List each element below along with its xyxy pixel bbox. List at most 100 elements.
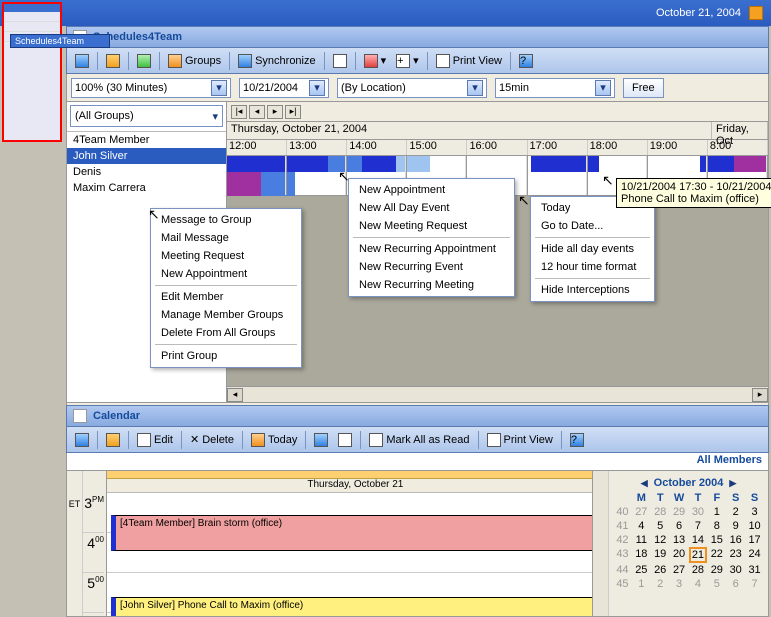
cal-day[interactable]: 19 (651, 547, 670, 563)
cal-day[interactable]: 18 (632, 547, 651, 563)
cal-day[interactable]: 13 (670, 533, 689, 547)
btn-3[interactable] (133, 52, 155, 70)
cal-day[interactable]: 4 (632, 519, 651, 533)
cal-day[interactable]: 7 (689, 519, 708, 533)
cal-day[interactable]: 14 (689, 533, 708, 547)
event-brainstorm[interactable]: [4Team Member] Brain storm (office) (111, 515, 598, 551)
cal-day[interactable]: 8 (707, 519, 726, 533)
cal-btn-1[interactable] (71, 431, 93, 449)
cal-day[interactable]: 30 (689, 505, 708, 519)
cal-day[interactable]: 17 (745, 533, 764, 547)
schedules4team-nav[interactable]: Schedules4Team (10, 34, 110, 48)
v-scrollbar[interactable] (592, 471, 608, 616)
person-item[interactable]: John Silver (67, 148, 226, 164)
calendar-grid[interactable]: Thursday, October 21 [4Team Member] Brai… (107, 471, 608, 616)
mini-calendar[interactable]: ◀October 2004▶ MTWTFSS402728293012341456… (608, 471, 768, 616)
cal-day[interactable]: 22 (707, 547, 726, 563)
cal-day[interactable]: 15 (707, 533, 726, 547)
cal-day[interactable]: 11 (632, 533, 651, 547)
btn-8[interactable]: +▾ (392, 52, 423, 70)
cal-day[interactable]: 27 (670, 563, 689, 577)
cal-day[interactable]: 31 (745, 563, 764, 577)
cal-day[interactable]: 28 (689, 563, 708, 577)
cal-day[interactable]: 6 (726, 577, 745, 591)
cal-day[interactable]: 5 (707, 577, 726, 591)
menu-item[interactable]: Hide all day events (531, 240, 654, 258)
location-select[interactable]: (By Location)▾ (337, 78, 487, 98)
menu-item[interactable]: New Recurring Meeting (349, 276, 514, 294)
date-select[interactable]: 10/21/2004▾ (239, 78, 329, 98)
menu-item[interactable]: Edit Member (151, 288, 301, 306)
nav-first[interactable]: |◂ (231, 105, 247, 119)
cal-btn-7[interactable] (334, 431, 356, 449)
btn-1[interactable] (71, 52, 93, 70)
person-item[interactable]: Maxim Carrera (67, 180, 226, 196)
menu-item[interactable]: New Appointment (151, 265, 301, 283)
edit-button[interactable]: Edit (133, 431, 177, 449)
cal-day[interactable]: 2 (726, 505, 745, 519)
cal-help-button[interactable]: ? (566, 431, 588, 449)
menu-item[interactable]: Manage Member Groups (151, 306, 301, 324)
menu-item[interactable]: Message to Group (151, 211, 301, 229)
cal-day[interactable]: 20 (670, 547, 689, 563)
cal-day[interactable]: 28 (651, 505, 670, 519)
menu-item[interactable]: Print Group (151, 347, 301, 365)
cal-btn-2[interactable] (102, 431, 124, 449)
free-button[interactable]: Free (623, 78, 664, 98)
cal-day[interactable]: 4 (689, 577, 708, 591)
view-context-menu[interactable]: TodayGo to Date...Hide all day events12 … (530, 196, 655, 302)
zoom-select[interactable]: 100% (30 Minutes)▾ (71, 78, 231, 98)
delete-button[interactable]: ✕Delete (186, 431, 238, 448)
menu-item[interactable]: New Recurring Event (349, 258, 514, 276)
cal-day[interactable]: 26 (651, 563, 670, 577)
menu-item[interactable]: 12 hour time format (531, 258, 654, 276)
cal-day[interactable]: 30 (726, 563, 745, 577)
interval-select[interactable]: 15min▾ (495, 78, 615, 98)
next-month[interactable]: ▶ (729, 478, 736, 489)
print-view-button[interactable]: Print View (432, 52, 506, 70)
person-item[interactable]: 4Team Member (67, 132, 226, 148)
cal-day[interactable]: 16 (726, 533, 745, 547)
cal-day[interactable]: 1 (632, 577, 651, 591)
cal-day[interactable]: 29 (670, 505, 689, 519)
appointment-context-menu[interactable]: New AppointmentNew All Day EventNew Meet… (348, 178, 515, 297)
cal-day[interactable]: 23 (726, 547, 745, 563)
nav-last[interactable]: ▸| (285, 105, 301, 119)
cal-day[interactable]: 29 (707, 563, 726, 577)
nav-next[interactable]: ▸ (267, 105, 283, 119)
person-context-menu[interactable]: Message to GroupMail MessageMeeting Requ… (150, 208, 302, 368)
cal-day[interactable]: 27 (632, 505, 651, 519)
menu-item[interactable]: New All Day Event (349, 199, 514, 217)
cal-day[interactable]: 12 (651, 533, 670, 547)
menu-item[interactable]: Mail Message (151, 229, 301, 247)
help-button[interactable]: ? (515, 52, 537, 70)
cal-print-button[interactable]: Print View (483, 431, 557, 449)
menu-item[interactable]: New Appointment (349, 181, 514, 199)
cal-day[interactable]: 2 (651, 577, 670, 591)
sync-button[interactable]: Synchronize (234, 52, 320, 70)
cal-day[interactable]: 3 (670, 577, 689, 591)
cal-day[interactable]: 1 (707, 505, 726, 519)
cal-day[interactable]: 6 (670, 519, 689, 533)
cal-day[interactable]: 24 (745, 547, 764, 563)
menu-item[interactable]: Meeting Request (151, 247, 301, 265)
menu-item[interactable]: New Meeting Request (349, 217, 514, 235)
cal-day[interactable]: 25 (632, 563, 651, 577)
mark-read-button[interactable]: Mark All as Read (365, 431, 473, 449)
cal-day[interactable]: 3 (745, 505, 764, 519)
all-groups-select[interactable]: (All Groups)▾ (70, 105, 223, 127)
groups-button[interactable]: Groups (164, 52, 225, 70)
menu-item[interactable]: Go to Date... (531, 217, 654, 235)
today-button[interactable]: Today (247, 431, 301, 449)
menu-item[interactable]: New Recurring Appointment (349, 240, 514, 258)
menu-item[interactable]: Delete From All Groups (151, 324, 301, 342)
cal-day[interactable]: 21 (689, 547, 708, 563)
cal-day[interactable]: 10 (745, 519, 764, 533)
menu-item[interactable]: Hide Interceptions (531, 281, 654, 299)
btn-6[interactable] (329, 52, 351, 70)
cal-day[interactable]: 9 (726, 519, 745, 533)
btn-2[interactable] (102, 52, 124, 70)
prev-month[interactable]: ◀ (641, 478, 648, 489)
nav-prev[interactable]: ◂ (249, 105, 265, 119)
cal-day[interactable]: 5 (651, 519, 670, 533)
